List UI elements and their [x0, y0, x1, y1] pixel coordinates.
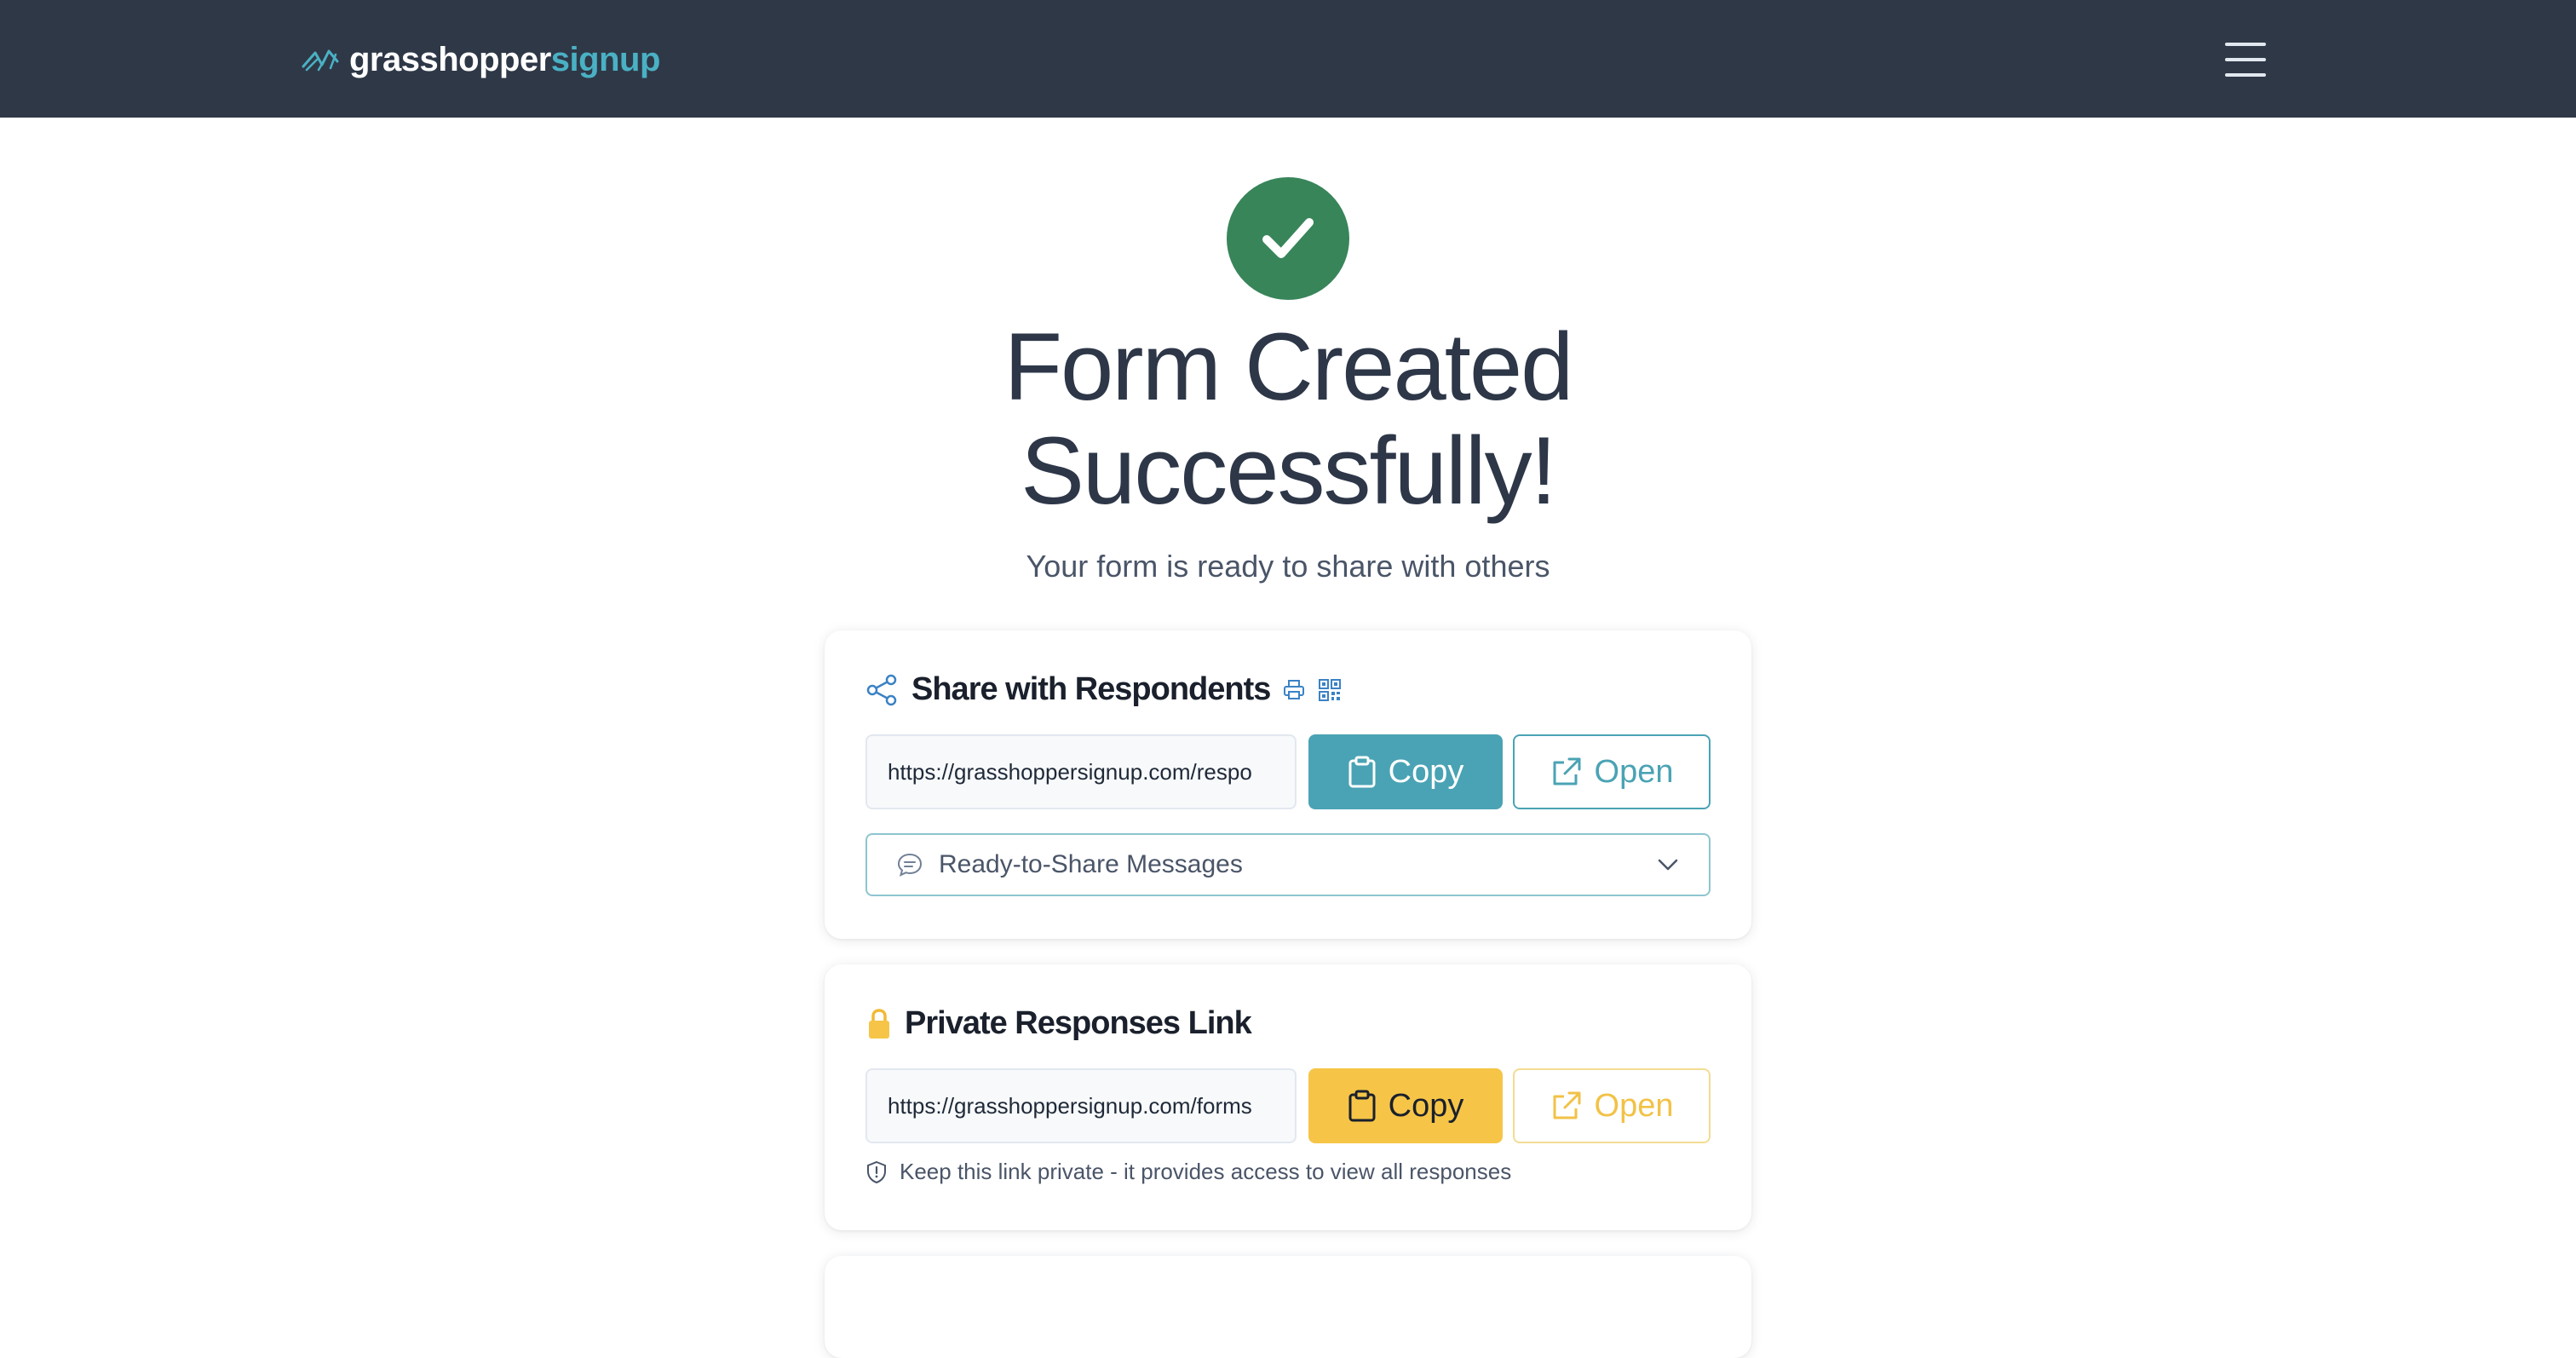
share-messages-label: Ready-to-Share Messages	[939, 850, 1243, 878]
external-link-icon	[1550, 1090, 1583, 1122]
grasshopper-logo-icon	[302, 49, 339, 72]
share-open-label: Open	[1594, 753, 1674, 790]
clipboard-icon	[1348, 1090, 1377, 1122]
private-link-warning: Keep this link private - it provides acc…	[865, 1159, 1511, 1185]
share-open-button[interactable]: Open	[1513, 734, 1711, 809]
top-navbar: grasshoppersignup	[0, 0, 2576, 118]
private-open-button[interactable]: Open	[1513, 1068, 1711, 1143]
share-copy-label: Copy	[1388, 753, 1464, 790]
private-link-warning-text: Keep this link private - it provides acc…	[900, 1159, 1512, 1184]
private-card-header: Private Responses Link	[865, 1005, 1252, 1042]
private-copy-button[interactable]: Copy	[1308, 1068, 1503, 1143]
private-url-field[interactable]: https://grasshoppersignup.com/forms	[865, 1068, 1297, 1143]
private-card-title: Private Responses Link	[905, 1005, 1252, 1041]
share-card-header: Share with Respondents	[865, 671, 1342, 708]
private-link-card: Private Responses Link https://grasshopp…	[825, 964, 1751, 1230]
share-copy-button[interactable]: Copy	[1308, 734, 1503, 809]
chevron-down-icon	[1656, 853, 1680, 877]
share-card: Share with Respondents https://grasshopp…	[825, 630, 1751, 939]
private-open-label: Open	[1594, 1087, 1674, 1124]
next-card	[825, 1256, 1751, 1358]
brand-logo[interactable]: grasshoppersignup	[300, 36, 660, 83]
success-check-icon	[1227, 177, 1349, 300]
brand-name: grasshoppersignup	[349, 40, 660, 78]
share-messages-dropdown[interactable]: Ready-to-Share Messages	[865, 833, 1711, 896]
shield-icon	[865, 1160, 888, 1184]
chat-bubble-icon	[896, 851, 923, 878]
lock-icon	[865, 1007, 893, 1041]
private-copy-label: Copy	[1388, 1087, 1464, 1124]
menu-icon[interactable]	[2225, 43, 2266, 77]
share-icon	[865, 673, 900, 707]
share-url-field[interactable]: https://grasshoppersignup.com/respo	[865, 734, 1297, 809]
external-link-icon	[1550, 756, 1583, 788]
page-title: Form Created Successfully!	[1003, 314, 1574, 524]
qr-code-icon[interactable]	[1318, 678, 1342, 702]
print-icon[interactable]	[1282, 678, 1306, 702]
share-card-title: Share with Respondents	[911, 671, 1271, 707]
page-subtitle: Your form is ready to share with others	[1026, 549, 1550, 584]
clipboard-icon	[1348, 756, 1377, 788]
